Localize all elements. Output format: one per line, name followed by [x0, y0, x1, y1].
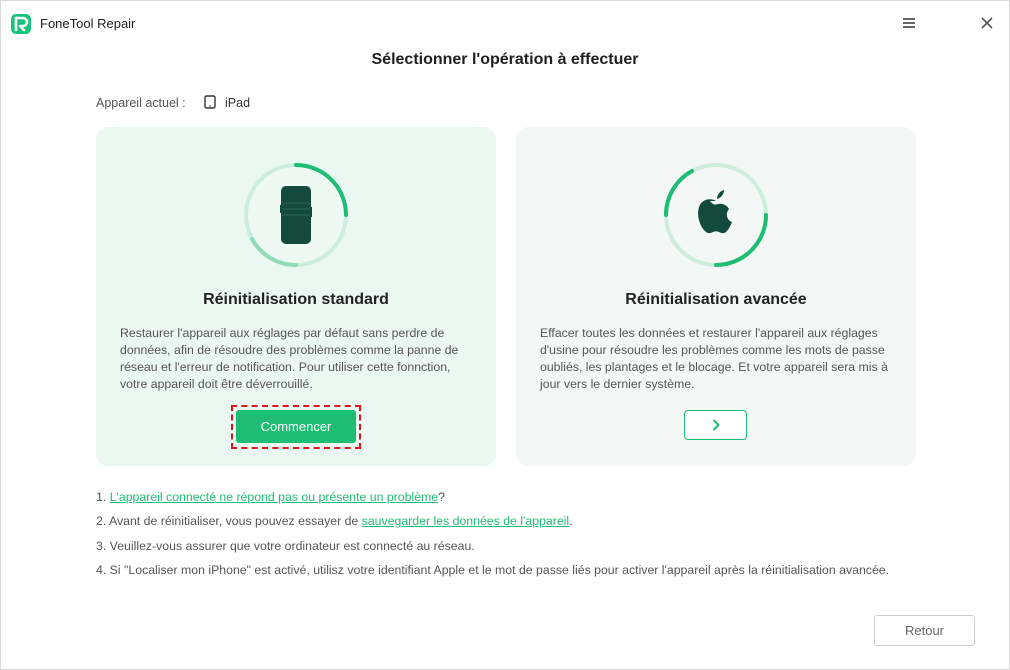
start-button[interactable]: Commencer: [236, 410, 356, 443]
advanced-reset-title: Réinitialisation avancée: [625, 291, 807, 308]
close-icon[interactable]: [976, 12, 998, 34]
menu-icon[interactable]: [898, 12, 920, 34]
chevron-right-icon: [713, 419, 720, 431]
note-1: 1. L'appareil connecté ne répond pas ou …: [96, 490, 445, 504]
phone-icon: [242, 161, 350, 269]
device-label: Appareil actuel :: [96, 96, 186, 110]
tablet-icon: [204, 95, 216, 112]
title-bar: FoneTool Repair: [1, 1, 1009, 47]
backup-data-link[interactable]: sauvegarder les données de l'appareil: [362, 514, 569, 528]
advanced-reset-description: Effacer toutes les données et restaurer …: [540, 326, 888, 391]
advanced-reset-card[interactable]: Réinitialisation avancée Effacer toutes …: [516, 127, 916, 466]
note-4: 4. Si "Localiser mon iPhone" est activé,…: [96, 563, 890, 577]
advanced-next-button[interactable]: [684, 410, 747, 440]
apple-icon: [662, 161, 770, 269]
device-name: iPad: [225, 96, 251, 110]
app-window: FoneTool Repair Sélectionner l'opération…: [0, 0, 1010, 670]
note-2: 2. Avant de réinitialiser, vous pouvez e…: [96, 514, 573, 528]
device-not-responding-link[interactable]: L'appareil connecté ne répond pas ou pré…: [110, 490, 438, 504]
standard-reset-title: Réinitialisation standard: [203, 291, 389, 308]
app-title: FoneTool Repair: [40, 16, 136, 31]
app-logo-icon: [11, 14, 31, 34]
standard-reset-card[interactable]: Réinitialisation standard Restaurer l'ap…: [96, 127, 496, 466]
standard-reset-description: Restaurer l'appareil aux réglages par dé…: [120, 326, 459, 391]
note-3: 3. Veuillez-vous assurer que votre ordin…: [96, 539, 475, 553]
back-button[interactable]: Retour: [874, 615, 975, 646]
page-title: Sélectionner l'opération à effectuer: [371, 51, 639, 68]
